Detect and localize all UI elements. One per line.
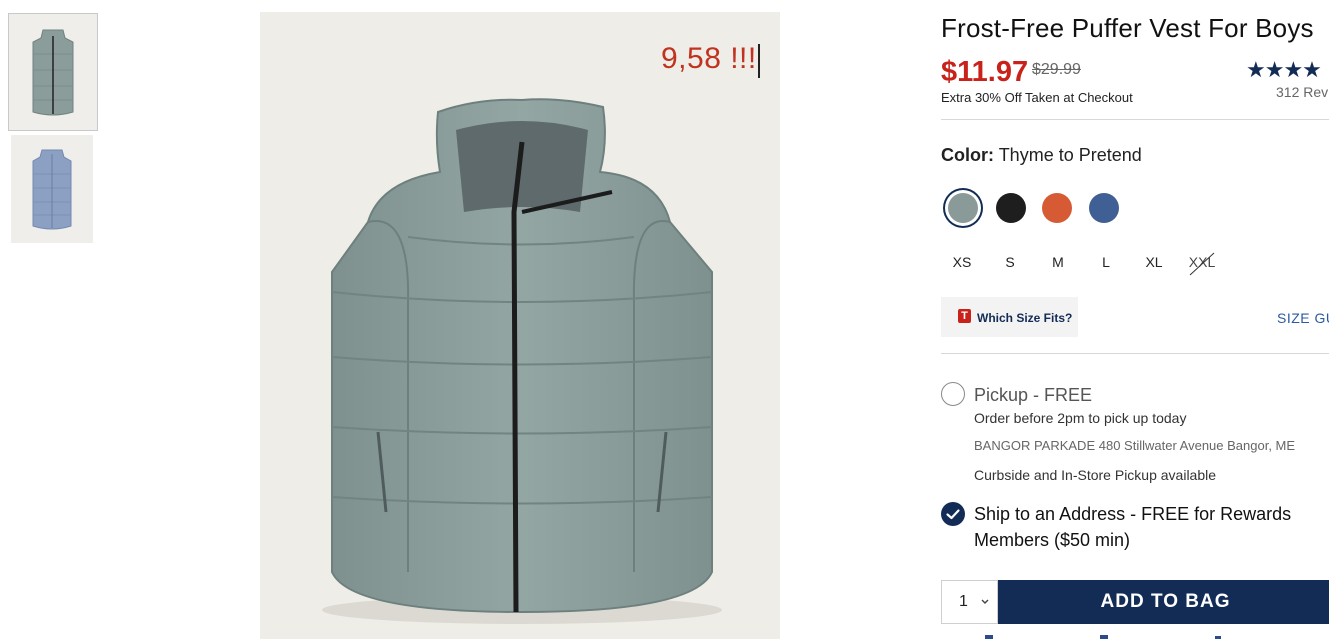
ship-option-title[interactable]: Ship to an Address - FREE for Rewards <box>974 504 1291 525</box>
chevron-down-icon <box>981 599 989 604</box>
size-option[interactable]: XL <box>1134 254 1174 270</box>
pickup-store-link[interactable]: BANGOR PARKADE 480 Stillwater Avenue Ban… <box>974 438 1295 453</box>
size-option[interactable]: S <box>990 254 1030 270</box>
add-to-bag-button[interactable]: ADD TO BAG <box>998 580 1329 624</box>
divider <box>941 119 1329 120</box>
payment-options-partial <box>985 635 1221 639</box>
size-fit-icon: T <box>958 309 971 323</box>
which-size-fits-button[interactable]: T Which Size Fits? <box>941 297 1078 337</box>
promo-text: Extra 30% Off Taken at Checkout <box>941 90 1133 105</box>
color-swatch[interactable] <box>1042 193 1072 223</box>
color-label-row: Color: Thyme to Pretend <box>941 145 1142 166</box>
size-unavailable-strike <box>1189 252 1215 276</box>
ship-to-address-radio[interactable] <box>941 502 965 526</box>
star-icon[interactable]: ★★★★ <box>1246 57 1322 83</box>
which-size-fits-label: Which Size Fits? <box>977 311 1073 325</box>
price-annotation-text[interactable]: 9,58 !!! <box>661 42 757 76</box>
main-product-image: 9,58 !!! <box>260 12 780 639</box>
size-option[interactable]: M <box>1038 254 1078 270</box>
thumbnail-blue-vest[interactable] <box>11 135 93 243</box>
color-swatch[interactable] <box>996 193 1026 223</box>
selected-color-name: Thyme to Pretend <box>998 145 1142 165</box>
size-option[interactable]: XS <box>942 254 982 270</box>
product-title: Frost-Free Puffer Vest For Boys <box>941 13 1314 43</box>
size-guide-link[interactable]: SIZE GUIDE <box>1277 310 1329 326</box>
review-count-link[interactable]: 312 Reviews <box>1276 84 1329 100</box>
original-price: $29.99 <box>1032 61 1081 78</box>
size-option[interactable]: L <box>1086 254 1126 270</box>
product-info-panel: Frost-Free Puffer Vest For Boys $11.97 $… <box>941 0 1329 639</box>
ship-option-subtitle: Members ($50 min) <box>974 530 1131 550</box>
sale-price: $11.97 <box>941 56 1029 88</box>
thumbnail-green-vest[interactable] <box>8 13 98 131</box>
divider <box>941 353 1329 354</box>
vest-thumbnail-blue-image <box>32 149 72 230</box>
pickup-availability-text: Curbside and In-Store Pickup available <box>974 467 1217 483</box>
vest-thumbnail-green-image <box>32 29 74 116</box>
pickup-cutoff-text: Order before 2pm to pick up today <box>974 410 1187 426</box>
puffer-vest-illustration <box>322 98 722 624</box>
pickup-radio[interactable] <box>941 382 965 406</box>
color-swatch[interactable] <box>948 193 978 223</box>
pickup-title[interactable]: Pickup - FREE <box>974 385 1092 406</box>
text-cursor <box>758 44 760 78</box>
quantity-value: 1 <box>959 593 968 610</box>
check-icon <box>946 509 960 520</box>
quantity-select[interactable]: 1 <box>941 580 998 624</box>
color-swatch[interactable] <box>1089 193 1119 223</box>
color-label: Color: <box>941 145 994 165</box>
